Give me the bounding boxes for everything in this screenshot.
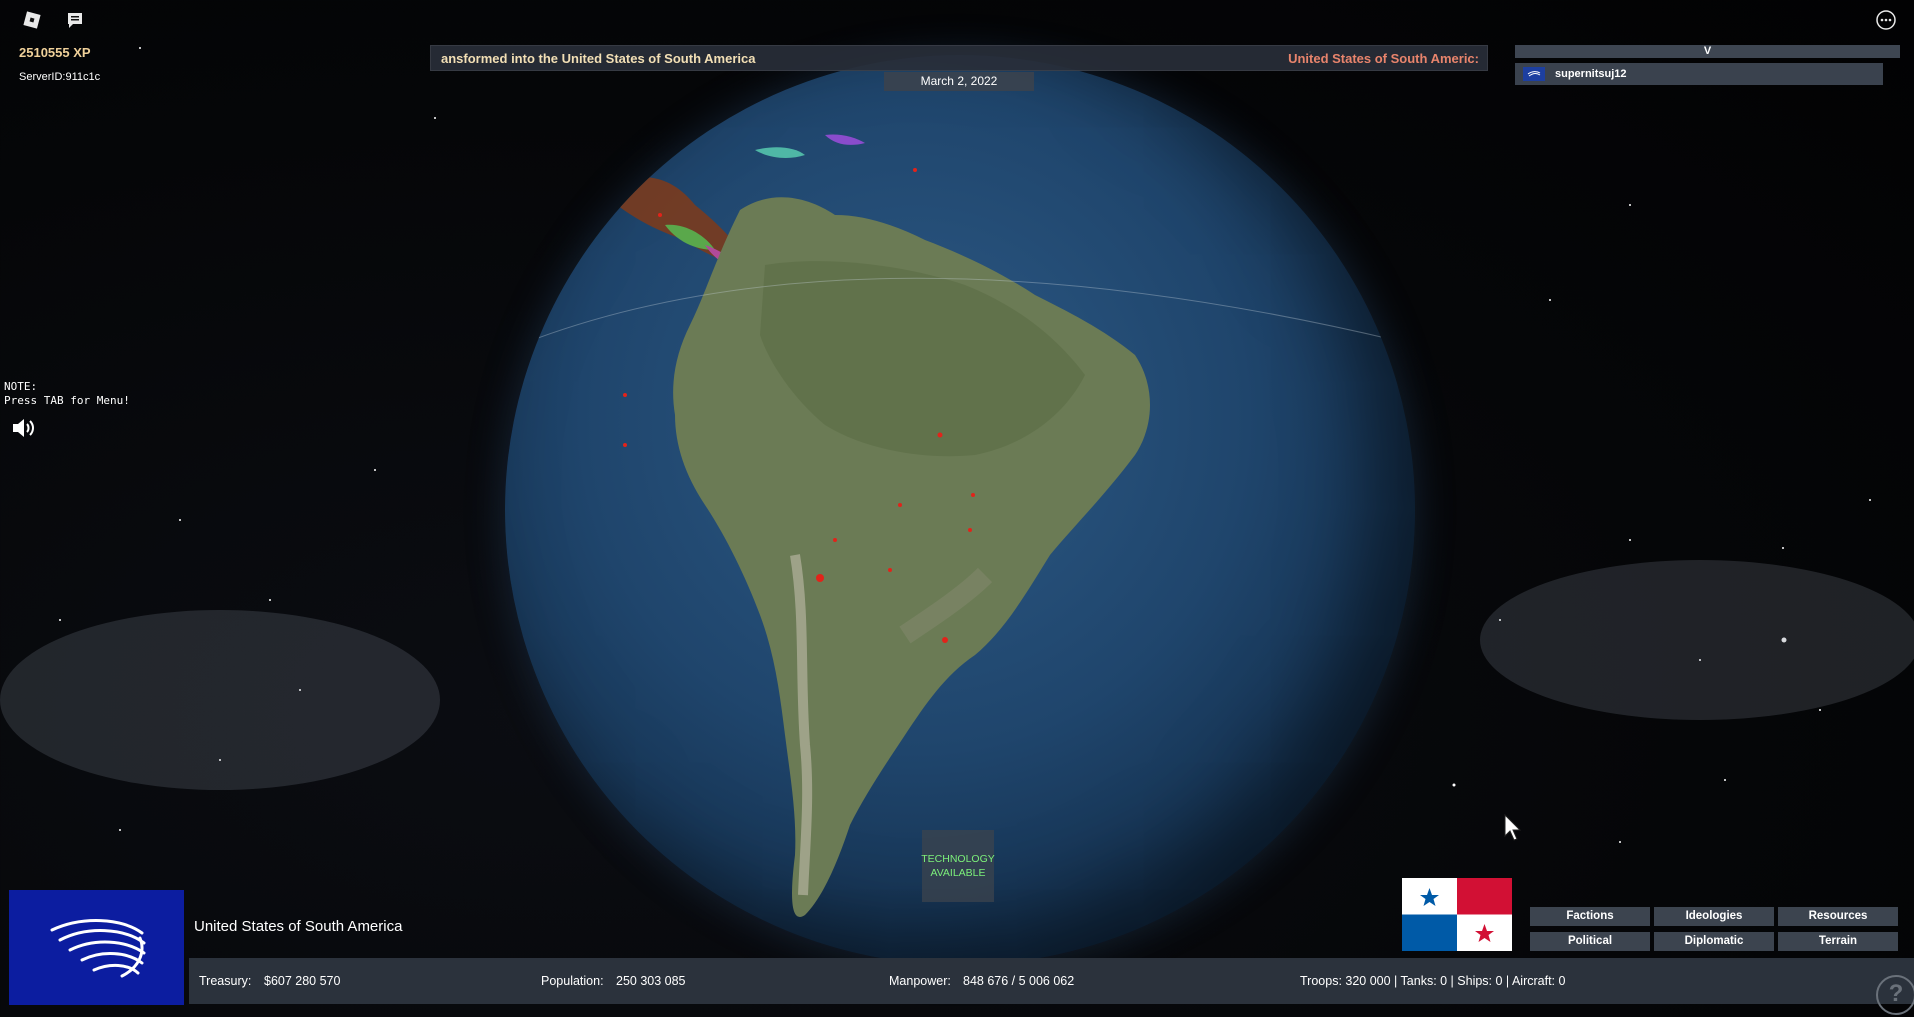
more-options-icon[interactable] [1873,7,1899,33]
menu-note: NOTE: Press TAB for Menu! [4,380,130,408]
ticker-text-left: ansformed into the United States of Sout… [441,50,756,66]
unasur-emblem-icon [50,918,145,977]
ticker-text-right: United States of South Americ: [1288,50,1479,66]
server-id: ServerID:911c1c [19,71,101,83]
player-name: supernitsuj12 [1555,68,1627,80]
tech-line-2: AVAILABLE [930,867,986,879]
xp-counter: 2510555 XP [19,45,91,60]
population-label: Population: [541,974,604,988]
note-text: Press TAB for Menu! [4,394,130,407]
treasury-value: $607 280 570 [264,974,341,988]
ideologies-button[interactable]: Ideologies [1654,907,1774,926]
news-ticker: ansformed into the United States of Sout… [430,45,1488,71]
player-list: V supernitsuj12 [1515,45,1900,85]
note-title: NOTE: [4,380,38,393]
manpower-value: 848 676 / 5 006 062 [963,974,1075,988]
game-date: March 2, 2022 [884,72,1034,91]
country-emblem[interactable] [9,890,184,1005]
world-globe[interactable] [505,55,1415,965]
country-name: United States of South America [194,918,403,935]
help-button[interactable]: ? [1876,975,1914,1015]
mouse-cursor-icon [1504,814,1522,841]
player-list-toggle[interactable]: V [1515,45,1900,58]
roblox-menu-icon[interactable] [19,7,45,33]
factions-button[interactable]: Factions [1530,907,1650,926]
map-render[interactable] [505,55,1415,965]
chat-icon[interactable] [62,7,88,33]
player-row[interactable]: supernitsuj12 [1515,63,1883,85]
country-stats-bar: Treasury: $607 280 570 Population: 250 3… [189,958,1914,1004]
terrain-button[interactable]: Terrain [1778,932,1898,951]
population-value: 250 303 085 [616,974,686,988]
tech-line-1: TECHNOLOGY [921,853,995,865]
manpower-label: Manpower: [889,974,951,988]
treasury-label: Treasury: [199,974,252,988]
resources-button[interactable]: Resources [1778,907,1898,926]
country-flag[interactable] [1402,878,1512,951]
speaker-icon[interactable] [10,415,36,441]
player-flag-icon [1523,67,1545,81]
military-summary: Troops: 320 000 | Tanks: 0 | Ships: 0 | … [1300,974,1566,988]
technology-available-notice[interactable]: TECHNOLOGY AVAILABLE [921,830,995,902]
diplomatic-button[interactable]: Diplomatic [1654,932,1774,951]
political-button[interactable]: Political [1530,932,1650,951]
